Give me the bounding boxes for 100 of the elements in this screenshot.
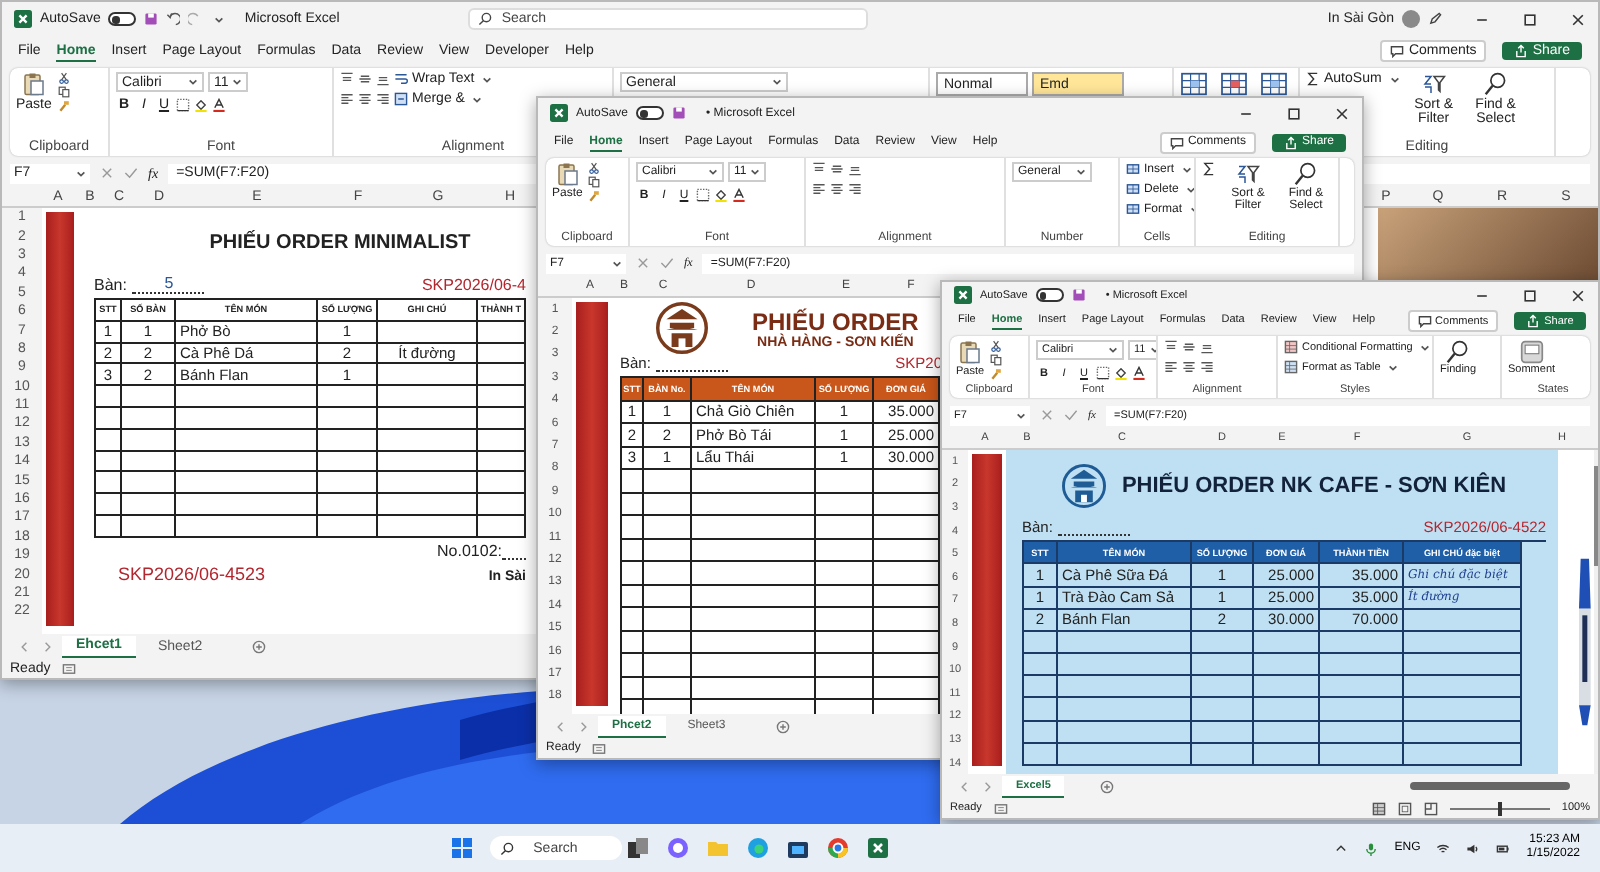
- avatar-icon[interactable]: [1402, 10, 1420, 28]
- empty-cell: [176, 407, 318, 430]
- align-left-icon[interactable]: [1164, 360, 1178, 374]
- empty-cell: [692, 539, 816, 562]
- align-top-icon[interactable]: [1164, 340, 1178, 354]
- next-sheet-icon[interactable]: [576, 719, 590, 733]
- spreadsheet-app-icon[interactable]: [865, 836, 890, 860]
- empty-cell: [692, 677, 816, 700]
- speaker-icon[interactable]: [1466, 841, 1481, 855]
- fill-in-line[interactable]: [1058, 534, 1131, 537]
- share-icon: [1283, 135, 1298, 149]
- save-icon[interactable]: [672, 106, 687, 120]
- caret-icon: [1182, 165, 1193, 173]
- globe-icon[interactable]: [825, 836, 850, 860]
- chat-icon[interactable]: [665, 836, 690, 860]
- autosave-toggle[interactable]: [108, 12, 137, 26]
- align-center-icon[interactable]: [830, 182, 844, 196]
- close-icon[interactable]: [1570, 11, 1586, 27]
- previous-sheet-icon[interactable]: [554, 719, 568, 733]
- align-middle-icon[interactable]: [358, 72, 372, 86]
- store-icon[interactable]: [785, 836, 810, 860]
- check-icon[interactable]: [124, 166, 138, 180]
- empty-cell: [318, 386, 378, 408]
- next-sheet-icon[interactable]: [980, 779, 994, 793]
- align-top-icon[interactable]: [812, 162, 826, 176]
- battery-icon[interactable]: [1496, 841, 1511, 855]
- macro-record-icon[interactable]: [993, 801, 1008, 815]
- spreadsheet-app-icon[interactable]: [14, 10, 32, 28]
- microphone-icon[interactable]: [1364, 841, 1379, 855]
- previous-sheet-icon[interactable]: [958, 779, 972, 793]
- maximize-icon[interactable]: [1286, 105, 1302, 121]
- align-top-icon[interactable]: [340, 72, 354, 86]
- empty-cell: [478, 321, 526, 344]
- save-icon[interactable]: [144, 12, 159, 26]
- search-icon: [1446, 340, 1471, 364]
- cancel-icon[interactable]: [1040, 408, 1054, 422]
- windows-logo-icon[interactable]: [449, 836, 474, 860]
- cancel-icon[interactable]: [636, 256, 650, 270]
- fill-in-line[interactable]: 5: [132, 274, 205, 294]
- fill-in-line[interactable]: [656, 370, 729, 372]
- chevron-up-icon[interactable]: [1334, 841, 1349, 855]
- fill-in-line[interactable]: [502, 557, 526, 560]
- autosave-toggle[interactable]: [1035, 288, 1064, 302]
- add-sheet-icon[interactable]: [1100, 779, 1115, 793]
- empty-cell: [378, 386, 478, 408]
- empty-cell: [1320, 698, 1404, 722]
- empty-cell: [692, 493, 816, 516]
- caret-icon[interactable]: [214, 15, 225, 23]
- page-layout-icon[interactable]: [1397, 801, 1412, 815]
- align-left-icon[interactable]: [812, 182, 826, 196]
- macro-record-icon[interactable]: [592, 741, 607, 755]
- table-icon[interactable]: [1260, 72, 1288, 96]
- page-break-icon[interactable]: [1423, 801, 1438, 815]
- align-center-icon[interactable]: [358, 92, 372, 106]
- empty-cell: [644, 631, 692, 654]
- next-sheet-icon[interactable]: [40, 639, 54, 653]
- add-sheet-icon[interactable]: [775, 719, 790, 733]
- align-bottom-icon[interactable]: [1200, 340, 1214, 354]
- save-icon[interactable]: [1071, 288, 1086, 302]
- align-right-icon[interactable]: [848, 182, 862, 196]
- normal-view-icon[interactable]: [1371, 801, 1386, 815]
- close-icon[interactable]: [1570, 287, 1586, 303]
- autosave-toggle[interactable]: [636, 106, 665, 120]
- align-right-icon[interactable]: [376, 92, 390, 106]
- align-right-icon[interactable]: [1200, 360, 1214, 374]
- maximize-icon[interactable]: [1522, 11, 1538, 27]
- table-icon[interactable]: [1180, 72, 1208, 96]
- undo-icon[interactable]: [166, 12, 181, 26]
- task-view-icon[interactable]: [625, 836, 650, 860]
- sigma-icon[interactable]: [1202, 162, 1216, 176]
- empty-cell: [176, 451, 318, 473]
- scrollbar[interactable]: [1410, 782, 1570, 790]
- empty-cell: [318, 451, 378, 473]
- check-icon[interactable]: [1064, 408, 1078, 422]
- align-center-icon[interactable]: [1182, 360, 1196, 374]
- align-left-icon[interactable]: [340, 92, 354, 106]
- macro-record-icon[interactable]: [62, 661, 77, 675]
- table-icon[interactable]: [1220, 72, 1248, 96]
- pen-icon[interactable]: [1428, 12, 1442, 26]
- cancel-icon[interactable]: [100, 166, 114, 180]
- font-color-icon: [1132, 366, 1146, 380]
- empty-cell: [816, 608, 874, 631]
- wifi-icon[interactable]: [1436, 841, 1451, 855]
- spreadsheet-app-icon[interactable]: [550, 104, 568, 122]
- close-icon[interactable]: [1334, 105, 1350, 121]
- empty-cell: [1058, 698, 1192, 722]
- maximize-icon[interactable]: [1522, 287, 1538, 303]
- add-sheet-icon[interactable]: [252, 639, 267, 653]
- align-bottom-icon[interactable]: [376, 72, 390, 86]
- empty-cell: [176, 494, 318, 516]
- previous-sheet-icon[interactable]: [18, 639, 32, 653]
- align-bottom-icon[interactable]: [848, 162, 862, 176]
- caret-icon: [482, 75, 493, 83]
- empty-cell: [1404, 721, 1522, 744]
- empty-cell: [1320, 743, 1404, 766]
- align-middle-icon[interactable]: [1182, 340, 1196, 354]
- check-icon[interactable]: [660, 256, 674, 270]
- empty-cell: [1192, 631, 1254, 655]
- align-middle-icon[interactable]: [830, 162, 844, 176]
- spreadsheet-app-icon[interactable]: [954, 286, 972, 304]
